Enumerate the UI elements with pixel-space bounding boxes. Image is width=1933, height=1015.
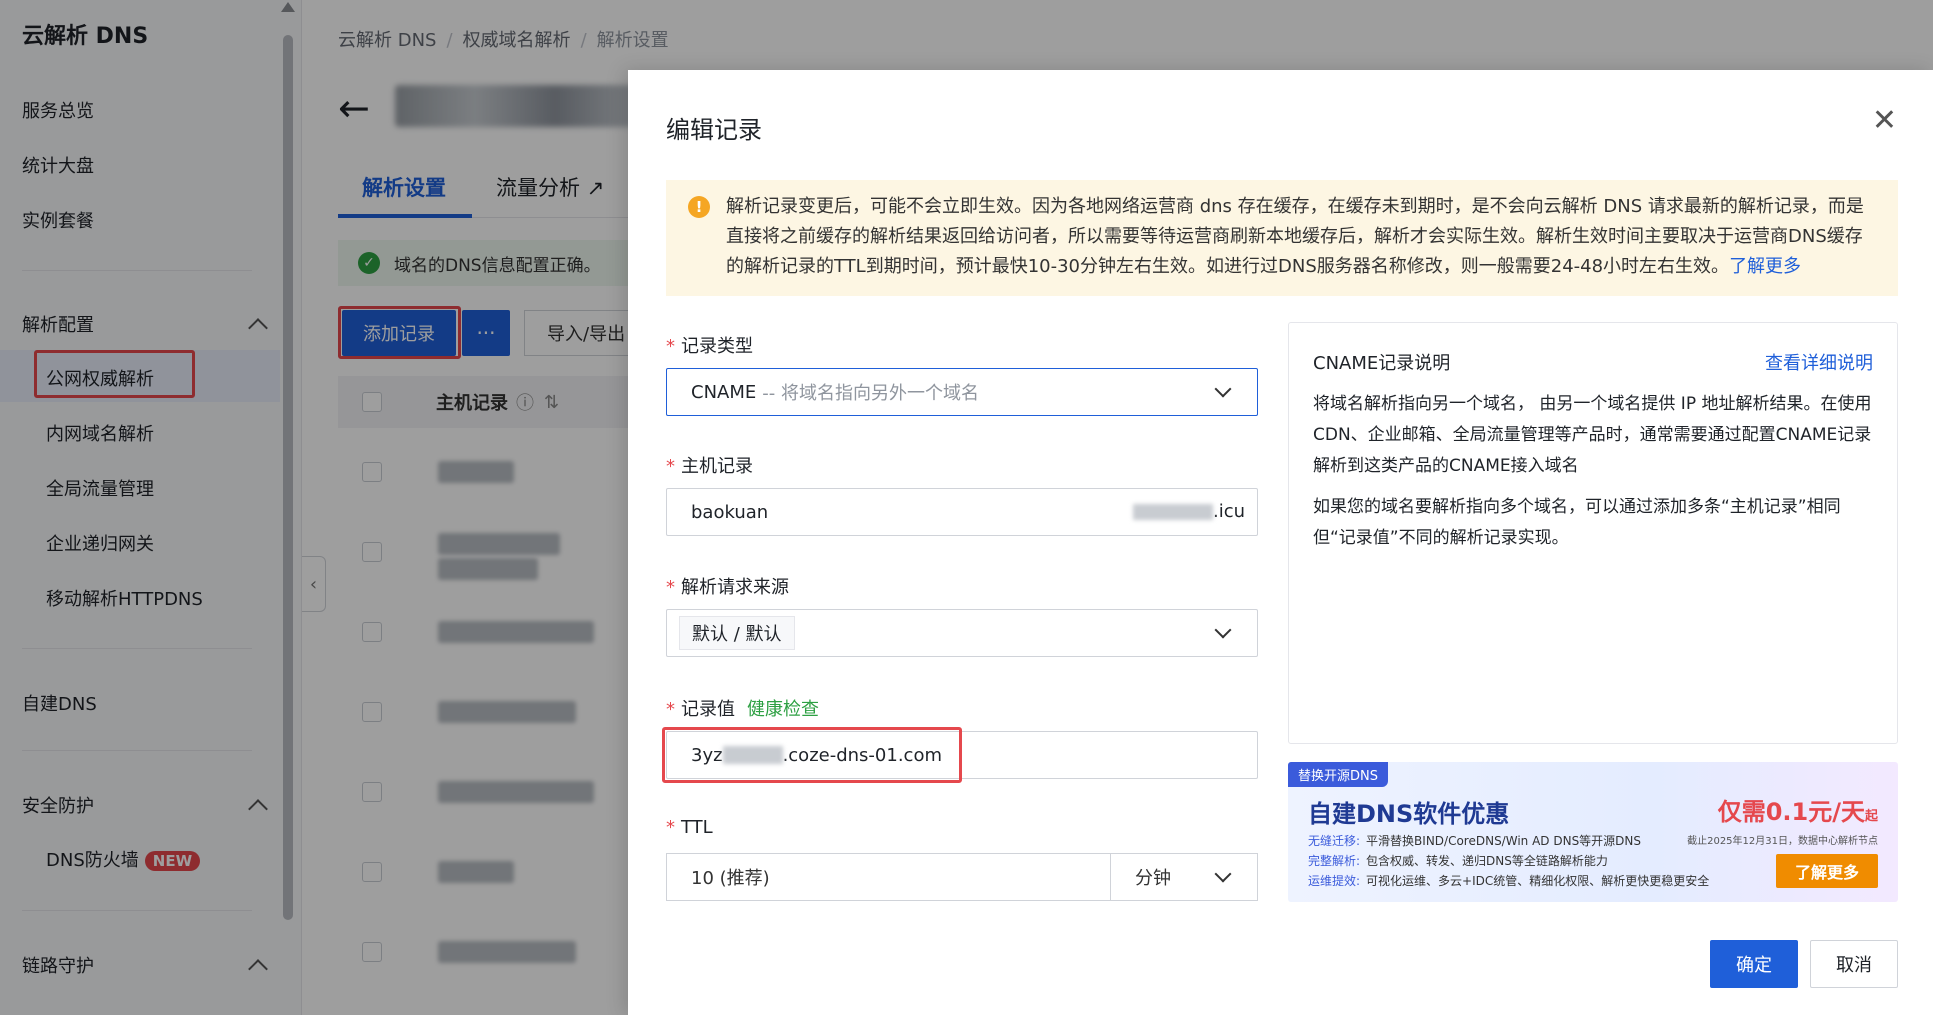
request-source-tag: 默认 / 默认 (679, 616, 795, 650)
cancel-button[interactable]: 取消 (1810, 940, 1898, 988)
request-source-label: * 解析请求来源 (666, 577, 789, 598)
host-record-input[interactable]: baokuan .icu (666, 488, 1258, 536)
health-check-link[interactable]: 健康检查 (747, 699, 819, 720)
domain-suffix: .icu (1132, 501, 1245, 522)
banner-tag: 替换开源DNS (1288, 762, 1388, 787)
chevron-down-icon (1214, 865, 1232, 883)
banner-line: 运维提效: 可视化运维、多云+IDC统管、精细化权限、解析更快更稳更安全 (1308, 874, 1710, 888)
cname-info-panel: CNAME记录说明 查看详细说明 将域名解析指向另一个域名， 由另一个域名提供 … (1288, 322, 1898, 744)
info-title: CNAME记录说明 (1313, 353, 1451, 374)
ttl-label: * TTL (666, 817, 713, 838)
info-paragraph: 如果您的域名要解析指向多个域名，可以通过添加多条“主机记录”相同但“记录值”不同… (1313, 497, 1841, 548)
learn-more-link[interactable]: 了解更多 (1729, 256, 1801, 277)
ttl-unit-value: 分钟 (1135, 868, 1171, 889)
host-record-label: * 主机记录 (666, 456, 753, 477)
record-type-value: CNAME (691, 381, 757, 403)
record-type-label: * 记录类型 (666, 336, 753, 357)
ttl-input[interactable]: 10 (推荐) (666, 853, 1110, 901)
notice-text: 解析记录变更后，可能不会立即生效。因为各地网络运营商 dns 存在缓存，在缓存未… (726, 196, 1864, 277)
ttl-unit-select[interactable]: 分钟 (1110, 853, 1258, 901)
detail-link[interactable]: 查看详细说明 (1765, 349, 1873, 375)
info-paragraph: 将域名解析指向另一个域名， 由另一个域名提供 IP 地址解析结果。在使用CDN、… (1313, 394, 1872, 476)
banner-title: 自建DNS软件优惠 (1308, 800, 1510, 828)
record-type-select[interactable]: CNAME -- 将域名指向另外一个域名 (666, 368, 1258, 416)
record-type-desc: -- 将域名指向另外一个域名 (762, 383, 979, 404)
banner-note: 截止2025年12月31日，数据中心解析节点 (1687, 836, 1878, 847)
chevron-down-icon (1214, 380, 1232, 398)
request-source-select[interactable]: 默认 / 默认 (666, 609, 1258, 657)
edit-record-drawer: 编辑记录 ✕ ! 解析记录变更后，可能不会立即生效。因为各地网络运营商 dns … (628, 70, 1933, 1015)
warning-icon: ! (688, 196, 710, 218)
confirm-button[interactable]: 确定 (1710, 940, 1798, 988)
chevron-down-icon (1214, 621, 1232, 639)
banner-price: 仅需0.1元/天起 (1717, 798, 1878, 826)
host-record-value: baokuan (691, 501, 769, 523)
cache-notice: ! 解析记录变更后，可能不会立即生效。因为各地网络运营商 dns 存在缓存，在缓… (666, 180, 1898, 296)
close-icon[interactable]: ✕ (1872, 106, 1897, 136)
banner-line: 完整解析: 包含权威、转发、递归DNS等全链路解析能力 (1308, 854, 1608, 868)
record-value-label: * 记录值 健康检查 (666, 699, 819, 720)
highlight-box (662, 727, 962, 783)
promo-banner[interactable]: 替换开源DNS 自建DNS软件优惠 仅需0.1元/天起 截止2025年12月31… (1288, 762, 1898, 902)
banner-learn-more-button[interactable]: 了解更多 (1776, 854, 1878, 888)
banner-line: 无缝迁移: 平滑替换BIND/CoreDNS/Win AD DNS等开源DNS (1308, 834, 1642, 848)
modal-title: 编辑记录 (666, 116, 762, 144)
